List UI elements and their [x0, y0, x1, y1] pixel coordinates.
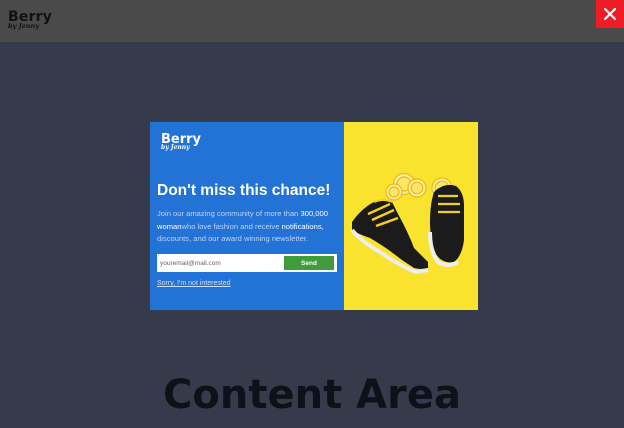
- modal-image-panel: [344, 122, 478, 310]
- top-header: Berry by Jenny: [0, 0, 624, 42]
- subscribe-form: Send: [157, 254, 337, 272]
- sneakers-lemons-image: [344, 122, 478, 310]
- right-sneaker: [428, 184, 464, 267]
- modal-description: Join our amazing community of more than …: [157, 208, 339, 246]
- desc-part-3: who love fashion and receive: [181, 221, 282, 231]
- desc-part-1: Join our amazing community of more than: [157, 209, 301, 218]
- close-button[interactable]: [596, 0, 624, 28]
- email-input[interactable]: [160, 257, 280, 269]
- close-icon: [604, 8, 616, 20]
- content-area-heading: Content Area: [163, 372, 461, 418]
- decline-link[interactable]: Sorry, I'm not interested: [157, 280, 231, 287]
- modal-logo: Berry by Jenny: [161, 133, 201, 151]
- newsletter-modal: Berry by Jenny Don't miss this chance! J…: [150, 122, 478, 310]
- desc-count: 300,000: [300, 209, 328, 218]
- brand-logo[interactable]: Berry by Jenny: [8, 10, 52, 30]
- desc-part-2: woman: [157, 221, 182, 231]
- send-button[interactable]: Send: [284, 256, 334, 270]
- desc-part-4: notifications,: [281, 221, 324, 231]
- desc-part-5: discounts, and our award winning newslet…: [157, 234, 309, 244]
- modal-heading: Don't miss this chance!: [157, 182, 331, 199]
- modal-left-panel: Berry by Jenny Don't miss this chance! J…: [150, 122, 344, 310]
